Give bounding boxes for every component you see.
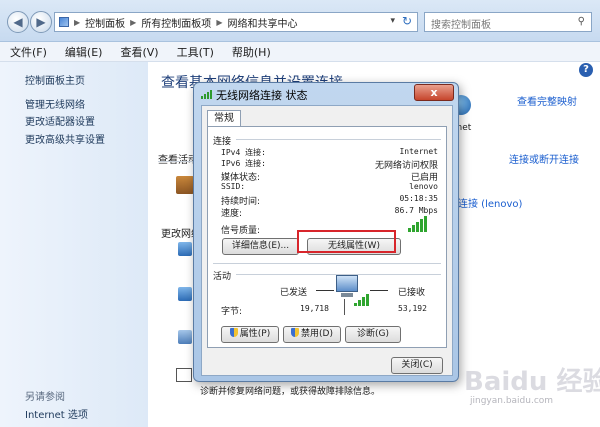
breadcrumb-separator-icon: ▶ [216, 17, 223, 27]
forward-button[interactable]: ▶ [30, 11, 52, 33]
computer-icon [336, 275, 358, 292]
breadcrumb-item[interactable]: 所有控制面板项 [141, 15, 211, 30]
wireless-signal-icon [201, 89, 213, 99]
back-arrow-icon: ◀ [13, 15, 23, 29]
help-icon[interactable]: ? [579, 63, 593, 77]
menu-tools[interactable]: 工具(T) [177, 44, 214, 60]
back-button[interactable]: ◀ [7, 11, 29, 33]
troubleshoot-icon [176, 368, 192, 382]
disable-button[interactable]: 禁用(D) [283, 326, 341, 343]
menu-help[interactable]: 帮助(H) [232, 44, 271, 60]
divider [236, 139, 441, 140]
uac-shield-icon [229, 328, 238, 337]
homegroup-icon [178, 330, 192, 344]
sidebar-item-control-panel-home[interactable]: 控制面板主页 [25, 72, 85, 87]
view-full-map-link[interactable]: 查看完整映射 [517, 93, 577, 108]
diagnose-button[interactable]: 诊断(G) [345, 326, 401, 343]
bytes-label: 字节: [221, 307, 243, 317]
left-navigation-pane: 控制面板主页 管理无线网络 更改适配器设置 更改高级共享设置 另请参阅 Inte… [0, 62, 148, 427]
see-also-heading: 另请参阅 [25, 392, 65, 403]
tab-general[interactable]: 常规 [207, 110, 241, 127]
setup-connection-icon [178, 242, 192, 256]
watermark-logo: Baidu 经验 [464, 367, 600, 397]
activity-group-title: 活动 [213, 272, 232, 282]
dialog-title: 无线网络连接 状态 [216, 89, 308, 102]
active-networks-label: 查看活动 [158, 151, 198, 166]
close-button[interactable]: 关闭(C) [391, 357, 443, 374]
network-bench-icon [176, 176, 194, 194]
menu-bar: 文件(F) 编辑(E) 查看(V) 工具(T) 帮助(H) [0, 42, 600, 62]
highlight-box [297, 230, 396, 253]
activity-signal-icon [354, 294, 369, 306]
search-input[interactable]: 搜索控制面板 ⚲ [424, 12, 592, 32]
menu-file[interactable]: 文件(F) [10, 44, 47, 60]
wireless-connection-link[interactable]: 连接 (lenovo) [458, 195, 522, 210]
properties-button-label: 属性(P) [239, 329, 271, 339]
refresh-icon[interactable]: ↻ [402, 14, 412, 28]
connection-group-title: 连接 [213, 137, 232, 147]
divider [158, 161, 198, 162]
signal-quality-label: 信号质量: [221, 226, 261, 236]
divider [213, 263, 441, 264]
breadcrumb-item[interactable]: 控制面板 [85, 15, 125, 30]
address-dropdown-icon[interactable]: ▾ [390, 16, 395, 26]
received-line [370, 290, 388, 291]
address-bar[interactable]: ▶ 控制面板 ▶ 所有控制面板项 ▶ 网络和共享中心 ▾ ↻ [54, 12, 418, 32]
uac-shield-icon [291, 328, 300, 337]
sidebar-item-adapter-settings[interactable]: 更改适配器设置 [25, 113, 95, 128]
close-icon: x [430, 86, 438, 99]
ipv4-value: Internet [399, 147, 438, 156]
search-icon[interactable]: ⚲ [578, 16, 585, 28]
forward-arrow-icon: ▶ [36, 15, 46, 29]
troubleshoot-description: 诊断并修复网络问题，或获得故障排除信息。 [200, 387, 381, 397]
sent-label: 已发送 [280, 288, 308, 298]
speed-label: 速度: [221, 209, 243, 219]
breadcrumb-separator-icon: ▶ [130, 17, 137, 27]
divider [344, 299, 345, 315]
menu-view[interactable]: 查看(V) [120, 44, 158, 60]
wireless-status-dialog: 无线网络连接 状态 x 常规 连接 IPv4 连接: Internet IPv6… [193, 82, 459, 382]
details-button[interactable]: 详细信息(E)... [222, 238, 299, 255]
computer-stand-icon [341, 293, 353, 297]
breadcrumb-item[interactable]: 网络和共享中心 [227, 15, 297, 30]
sent-line [316, 290, 334, 291]
ipv6-label: IPv6 连接: [221, 159, 266, 168]
properties-button[interactable]: 属性(P) [221, 326, 279, 343]
connect-network-icon [178, 287, 192, 301]
search-placeholder: 搜索控制面板 [431, 20, 491, 31]
bytes-sent-value: 19,718 [300, 304, 329, 313]
speed-value: 86.7 Mbps [394, 206, 438, 215]
sidebar-item-advanced-sharing[interactable]: 更改高级共享设置 [25, 131, 105, 146]
watermark-url: jingyan.baidu.com [470, 396, 554, 406]
signal-bars-icon [408, 216, 427, 232]
breadcrumb-separator-icon: ▶ [74, 17, 81, 27]
duration-value: 05:18:35 [399, 194, 438, 203]
ipv4-label: IPv4 连接: [221, 148, 266, 157]
control-panel-icon [59, 17, 69, 27]
sidebar-item-internet-options[interactable]: Internet 选项 [25, 406, 88, 421]
bytes-received-value: 53,192 [398, 304, 427, 313]
dialog-close-button[interactable]: x [414, 84, 454, 101]
menu-edit[interactable]: 编辑(E) [65, 44, 103, 60]
connect-disconnect-link[interactable]: 连接或断开连接 [509, 151, 579, 166]
address-toolbar: ◀ ▶ ▶ 控制面板 ▶ 所有控制面板项 ▶ 网络和共享中心 ▾ ↻ 搜索控制面… [0, 0, 600, 42]
ssid-label: SSID: [221, 182, 246, 191]
ssid-value: lenovo [409, 182, 438, 191]
received-label: 已接收 [398, 288, 426, 298]
disable-button-label: 禁用(D) [301, 329, 333, 339]
sidebar-item-manage-wireless[interactable]: 管理无线网络 [25, 96, 85, 111]
